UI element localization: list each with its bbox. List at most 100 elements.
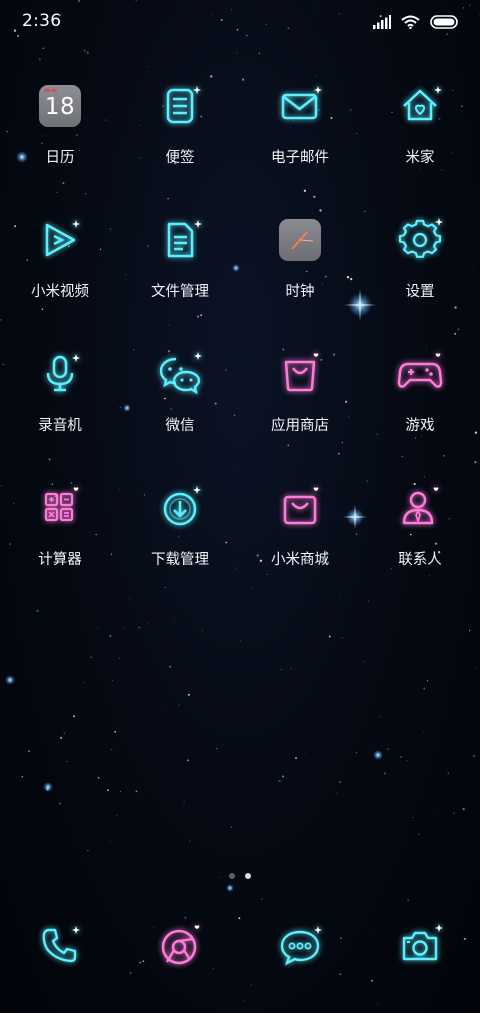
star (341, 637, 343, 639)
star (63, 732, 66, 735)
microphone-icon (34, 348, 86, 400)
clock-icon (274, 214, 326, 266)
star (236, 52, 238, 54)
download-icon (154, 482, 206, 534)
star (305, 753, 307, 755)
page-dot[interactable] (229, 873, 235, 879)
app-games[interactable]: 游戏 (360, 346, 480, 480)
battery-icon (430, 15, 458, 29)
app-file-manager[interactable]: 文件管理 (120, 212, 240, 346)
app-label: 微信 (165, 418, 195, 434)
app-download-manager[interactable]: 下载管理 (120, 480, 240, 614)
star (60, 736, 63, 740)
app-label: 录音机 (38, 418, 82, 434)
star (106, 789, 109, 792)
file-icon (154, 214, 206, 266)
star (250, 984, 252, 986)
mail-icon (274, 80, 326, 132)
star (109, 840, 111, 842)
home-icon (394, 80, 446, 132)
app-label: 文件管理 (151, 284, 209, 300)
calendar-icon: ▬▬ 18 (34, 80, 86, 132)
calendar-day: 18 (44, 94, 76, 120)
star (21, 776, 24, 778)
star (42, 47, 44, 49)
star (261, 898, 263, 900)
shopping-bag-icon (274, 482, 326, 534)
app-calendar[interactable]: ▬▬ 18 日历 (0, 78, 120, 212)
star (363, 660, 365, 662)
star (120, 790, 122, 793)
notes-icon (154, 80, 206, 132)
star (462, 807, 465, 811)
dock-camera[interactable] (360, 920, 480, 972)
star (244, 1000, 245, 1002)
star (138, 626, 140, 629)
dock-browser[interactable] (120, 920, 240, 972)
dock (0, 920, 480, 972)
star (169, 665, 172, 668)
star (73, 715, 76, 718)
dock-messages[interactable] (240, 920, 360, 972)
star (58, 802, 62, 805)
star (129, 972, 132, 974)
app-mi-video[interactable]: 小米视频 (0, 212, 120, 346)
app-mail[interactable]: 电子邮件 (240, 78, 360, 212)
star (377, 1003, 379, 1005)
app-label: 时钟 (285, 284, 315, 300)
star (178, 704, 180, 706)
app-mijia[interactable]: 米家 (360, 78, 480, 212)
star (114, 730, 117, 733)
app-mi-store[interactable]: 小米商城 (240, 480, 360, 614)
app-label: 便签 (165, 150, 195, 166)
star (378, 716, 380, 718)
page-indicator[interactable] (0, 873, 480, 879)
star (315, 75, 317, 76)
app-app-store[interactable]: 应用商店 (240, 346, 360, 480)
video-play-icon (34, 214, 86, 266)
status-bar: 2:36 (0, 0, 480, 44)
star (407, 899, 410, 902)
app-label: 米家 (405, 150, 435, 166)
star (173, 622, 175, 624)
star (109, 635, 112, 638)
page-dot-active[interactable] (245, 873, 251, 879)
star (39, 68, 41, 70)
star (111, 748, 113, 751)
app-notes[interactable]: 便签 (120, 78, 240, 212)
star (83, 682, 85, 684)
star (135, 790, 138, 793)
wechat-icon (154, 348, 206, 400)
app-calculator[interactable]: 计算器 (0, 480, 120, 614)
store-bag-icon (274, 348, 326, 400)
star (116, 815, 118, 817)
star (162, 705, 164, 706)
star (147, 66, 149, 68)
star (148, 623, 150, 624)
app-label: 小米视频 (31, 284, 89, 300)
star (423, 730, 424, 732)
dock-phone[interactable] (0, 920, 120, 972)
star (189, 840, 191, 842)
star (186, 759, 189, 762)
app-wechat[interactable]: 微信 (120, 346, 240, 480)
star (119, 657, 120, 659)
app-settings[interactable]: 设置 (360, 212, 480, 346)
star (280, 668, 283, 671)
app-label: 设置 (405, 284, 435, 300)
app-label: 应用商店 (271, 418, 329, 434)
app-label: 小米商城 (271, 552, 329, 568)
app-clock[interactable]: 时钟 (240, 212, 360, 346)
app-contacts[interactable]: 联系人 (360, 480, 480, 614)
star (423, 687, 426, 690)
star (230, 826, 232, 828)
star (183, 803, 185, 805)
star (184, 916, 187, 919)
star (453, 812, 455, 814)
app-recorder[interactable]: 录音机 (0, 346, 120, 480)
star (290, 668, 292, 670)
star (238, 917, 241, 920)
star (472, 754, 476, 758)
app-label: 日历 (45, 150, 75, 166)
star (469, 630, 471, 632)
